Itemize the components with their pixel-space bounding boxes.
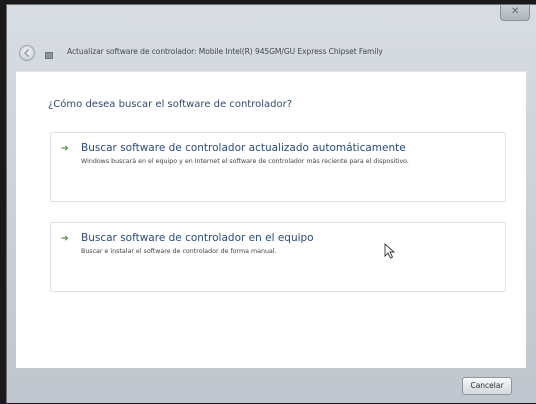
search-automatically-option[interactable]: ➔ Buscar software de controlador actuali… xyxy=(50,132,506,202)
wizard-content: ¿Cómo desea buscar el software de contro… xyxy=(16,71,526,368)
option-description: Windows buscará en el equipo y en Intern… xyxy=(81,158,409,165)
back-arrow-icon xyxy=(23,48,30,58)
cancel-button[interactable]: Cancelar xyxy=(462,377,512,395)
close-icon: ✕ xyxy=(511,6,520,17)
title-bar: ✕ xyxy=(7,5,536,25)
wizard-header: Actualizar software de controlador: Mobi… xyxy=(7,27,536,71)
green-arrow-icon: ➔ xyxy=(61,234,69,244)
page-question: ¿Cómo desea buscar el software de contro… xyxy=(48,99,293,110)
wizard-title: Actualizar software de controlador: Mobi… xyxy=(67,47,383,56)
wizard-footer: Cancelar xyxy=(7,367,536,404)
option-title: Buscar software de controlador en el equ… xyxy=(81,232,314,244)
green-arrow-icon: ➔ xyxy=(61,144,69,154)
back-button[interactable] xyxy=(19,45,35,61)
option-description: Buscar e instalar el software de control… xyxy=(81,248,277,255)
driver-update-window: ✕ Actualizar software de controlador: Mo… xyxy=(6,4,536,403)
device-icon xyxy=(45,52,53,59)
option-title: Buscar software de controlador actualiza… xyxy=(81,142,406,154)
mouse-cursor-icon xyxy=(384,243,396,259)
close-button[interactable]: ✕ xyxy=(500,5,530,21)
browse-computer-option[interactable]: ➔ Buscar software de controlador en el e… xyxy=(50,222,506,292)
